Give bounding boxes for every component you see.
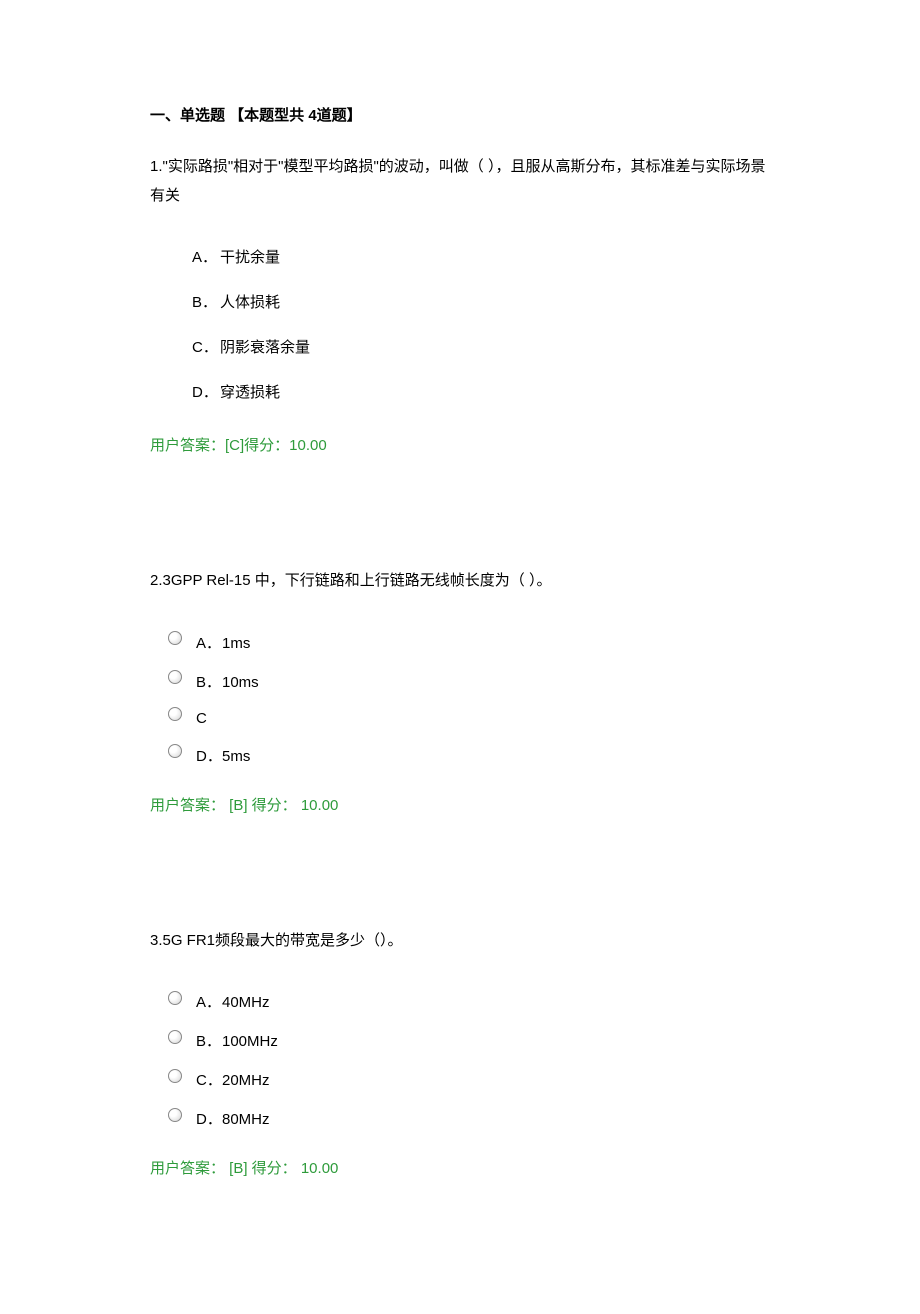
option-letter: C．	[196, 1069, 222, 1090]
question-stem: 3.5G FR1频段最大的带宽是多少（）。	[150, 927, 770, 956]
option-d[interactable]: D．80MHz	[150, 1108, 770, 1129]
options-list: A．1ms B．10ms C D．5ms	[150, 632, 770, 766]
option-text: 20MHz	[222, 1072, 270, 1089]
option-letter: A．	[192, 246, 220, 267]
question-3: 3.5G FR1频段最大的带宽是多少（）。 A．40MHz B．100MHz C…	[150, 927, 770, 1179]
question-2: 2.3GPP Rel-15 中，下行链路和上行链路无线帧长度为（ ）。 A．1m…	[150, 567, 770, 815]
spacer	[150, 871, 770, 927]
option-b: B．人体损耗	[192, 291, 770, 312]
option-label: C．20MHz	[196, 1069, 270, 1090]
option-c: C．阴影衰落余量	[192, 336, 770, 357]
option-d[interactable]: D．5ms	[150, 745, 770, 766]
question-1: 1."实际路损"相对于"模型平均路损"的波动，叫做（ ），且服从高斯分布，其标准…	[150, 153, 770, 455]
option-c[interactable]: C．20MHz	[150, 1069, 770, 1090]
user-answer: 用户答案： [B] 得分： 10.00	[150, 794, 770, 815]
option-text: 10ms	[222, 674, 259, 691]
option-label: D．5ms	[196, 745, 250, 766]
option-d: D．穿透损耗	[192, 381, 770, 402]
option-text: 40MHz	[222, 994, 270, 1011]
spacer	[150, 511, 770, 567]
option-letter: D．	[192, 381, 220, 402]
radio-icon[interactable]	[168, 1069, 182, 1083]
radio-icon[interactable]	[168, 670, 182, 684]
option-b[interactable]: B．10ms	[150, 671, 770, 692]
option-c[interactable]: C	[150, 710, 770, 727]
option-label: A．40MHz	[196, 991, 270, 1012]
option-letter: B．	[192, 291, 220, 312]
section-title: 一、单选题 【本题型共 4道题】	[150, 104, 770, 125]
option-a[interactable]: A．1ms	[150, 632, 770, 653]
option-letter: B．	[196, 1030, 222, 1051]
radio-icon[interactable]	[168, 1030, 182, 1044]
option-text: 穿透损耗	[220, 384, 280, 401]
option-text: 干扰余量	[220, 249, 280, 266]
option-label: C	[196, 710, 222, 727]
radio-icon[interactable]	[168, 1108, 182, 1122]
question-stem: 2.3GPP Rel-15 中，下行链路和上行链路无线帧长度为（ ）。	[150, 567, 770, 596]
radio-icon[interactable]	[168, 707, 182, 721]
option-b[interactable]: B．100MHz	[150, 1030, 770, 1051]
options-list: A．干扰余量 B．人体损耗 C．阴影衰落余量 D．穿透损耗	[150, 246, 770, 402]
option-label: D．80MHz	[196, 1108, 270, 1129]
option-letter: D．	[196, 1108, 222, 1129]
option-a: A．干扰余量	[192, 246, 770, 267]
options-list: A．40MHz B．100MHz C．20MHz D．80MHz	[150, 991, 770, 1129]
option-letter: A．	[196, 991, 222, 1012]
option-text: 80MHz	[222, 1111, 270, 1128]
option-label: B．100MHz	[196, 1030, 278, 1051]
option-text: 人体损耗	[220, 294, 280, 311]
option-letter: C．	[192, 336, 220, 357]
question-stem: 1."实际路损"相对于"模型平均路损"的波动，叫做（ ），且服从高斯分布，其标准…	[150, 153, 770, 210]
option-text: 1ms	[222, 635, 250, 652]
option-letter: A．	[196, 632, 222, 653]
user-answer: 用户答案： [B] 得分： 10.00	[150, 1157, 770, 1178]
option-letter: B．	[196, 671, 222, 692]
option-label: A．1ms	[196, 632, 250, 653]
option-letter: D．	[196, 745, 222, 766]
option-a[interactable]: A．40MHz	[150, 991, 770, 1012]
radio-icon[interactable]	[168, 991, 182, 1005]
option-letter: C	[196, 710, 222, 727]
exam-page: 一、单选题 【本题型共 4道题】 1."实际路损"相对于"模型平均路损"的波动，…	[0, 0, 920, 1314]
radio-icon[interactable]	[168, 744, 182, 758]
option-text: 100MHz	[222, 1033, 278, 1050]
option-label: B．10ms	[196, 671, 259, 692]
user-answer: 用户答案：[C]得分：10.00	[150, 434, 770, 455]
option-text: 5ms	[222, 748, 250, 765]
option-text: 阴影衰落余量	[220, 339, 310, 356]
radio-icon[interactable]	[168, 631, 182, 645]
